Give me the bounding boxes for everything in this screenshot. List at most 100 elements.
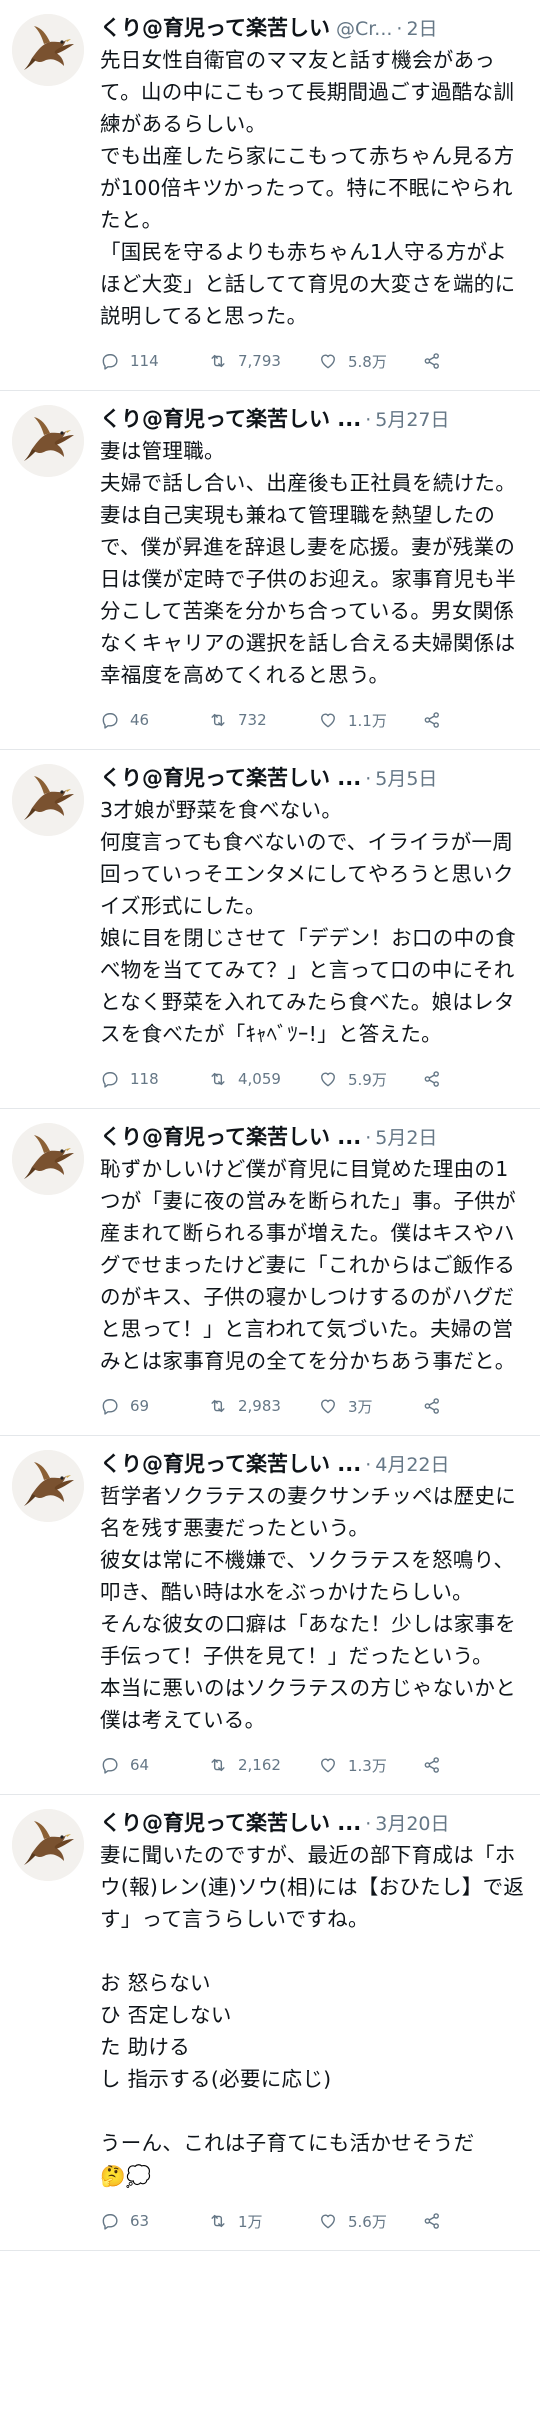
heart-icon: [321, 1072, 335, 1087]
bird-avatar-icon[interactable]: [12, 1809, 84, 1881]
tweet-timestamp[interactable]: 5月2日: [375, 1122, 437, 1154]
tweet-timestamp[interactable]: 4月22日: [375, 1449, 449, 1481]
retweet-count: 1万: [238, 2212, 263, 2231]
like-button[interactable]: 1.1万: [318, 710, 422, 731]
bird-avatar-icon[interactable]: [12, 1450, 84, 1522]
tweet-timestamp[interactable]: 5月27日: [375, 404, 449, 436]
reply-count: 114: [130, 352, 159, 370]
separator-dot: ·: [365, 1127, 372, 1149]
bird-avatar-icon[interactable]: [12, 1123, 84, 1195]
display-name[interactable]: くり@育児って楽苦しい ...: [100, 1807, 361, 1839]
tweet-timestamp[interactable]: 5月5日: [375, 763, 437, 795]
like-count: 5.6万: [348, 2212, 387, 2231]
display-name[interactable]: くり@育児って楽苦しい ...: [100, 403, 361, 435]
reply-count: 118: [130, 1070, 159, 1088]
tweet-text: 先日女性自衛官のママ友と話す機会があって。山の中にこもって長期間過ごす過酷な訓練…: [100, 48, 516, 328]
bird-avatar-icon[interactable]: [12, 405, 84, 477]
retweet-count: 732: [238, 711, 267, 729]
reply-icon: [102, 1758, 118, 1774]
tweet-header: くり@育児って楽苦しい ... · 3月20日: [100, 1807, 526, 1839]
tweet[interactable]: くり@育児って楽苦しい ... · 5月2日 恥ずかしいけど僕が育児に目覚めた理…: [0, 1109, 540, 1436]
tweet-timestamp[interactable]: 3月20日: [375, 1808, 449, 1840]
retweet-count: 2,162: [238, 1756, 281, 1774]
share-button[interactable]: [422, 1069, 462, 1089]
like-button[interactable]: 1.3万: [318, 1755, 422, 1776]
retweet-button[interactable]: 2,162: [208, 1755, 318, 1775]
reply-count: 69: [130, 1397, 150, 1415]
share-icon: [424, 1757, 439, 1773]
reply-count: 64: [130, 1756, 150, 1774]
tweet-header: くり@育児って楽苦しい ... · 4月22日: [100, 1448, 526, 1480]
like-button[interactable]: 5.8万: [318, 351, 422, 372]
like-count: 5.8万: [348, 352, 387, 371]
tweet[interactable]: くり@育児って楽苦しい ... · 3月20日 妻に聞いたのですが、最近の部下育…: [0, 1795, 540, 2251]
bird-avatar-icon[interactable]: [12, 14, 84, 86]
tweet[interactable]: くり@育児って楽苦しい @Cr... · 2日 先日女性自衛官のママ友と話す機会…: [0, 0, 540, 391]
reply-button[interactable]: 114: [100, 351, 208, 371]
tweet-header: くり@育児って楽苦しい ... · 5月27日: [100, 403, 526, 435]
heart-icon: [321, 354, 335, 369]
tweet-text: 3才娘が野菜を食べない。 何度言っても食べないので、イライラが一周回っていっそエ…: [100, 798, 516, 1046]
reply-button[interactable]: 63: [100, 2211, 208, 2231]
reply-button[interactable]: 64: [100, 1755, 208, 1775]
tweet-actions: 64 2,162 1.3万: [100, 1736, 526, 1794]
reply-button[interactable]: 46: [100, 710, 208, 730]
tweet-text: 恥ずかしいけど僕が育児に目覚めた理由の1つが「妻に夜の営みを断られた」事。子供が…: [100, 1157, 516, 1373]
share-button[interactable]: [422, 710, 462, 730]
reply-button[interactable]: 118: [100, 1069, 208, 1089]
retweet-icon: [211, 354, 225, 368]
display-name[interactable]: くり@育児って楽苦しい: [100, 12, 330, 44]
user-handle[interactable]: @Cr...: [336, 13, 392, 45]
tweet-feed: くり@育児って楽苦しい @Cr... · 2日 先日女性自衛官のママ友と話す機会…: [0, 0, 540, 2251]
like-button[interactable]: 5.9万: [318, 1069, 422, 1090]
retweet-icon: [211, 1399, 225, 1413]
retweet-button[interactable]: 4,059: [208, 1069, 318, 1089]
reply-count: 63: [130, 2212, 150, 2230]
tweet-header: くり@育児って楽苦しい ... · 5月5日: [100, 762, 526, 794]
tweet[interactable]: くり@育児って楽苦しい ... · 5月5日 3才娘が野菜を食べない。 何度言っ…: [0, 750, 540, 1109]
share-button[interactable]: [422, 351, 462, 371]
bird-avatar-icon[interactable]: [12, 764, 84, 836]
share-button[interactable]: [422, 2211, 462, 2231]
share-button[interactable]: [422, 1396, 462, 1416]
reply-count: 46: [130, 711, 150, 729]
heart-icon: [321, 2214, 335, 2229]
retweet-button[interactable]: 2,983: [208, 1396, 318, 1416]
share-icon: [424, 712, 439, 728]
display-name[interactable]: くり@育児って楽苦しい ...: [100, 762, 361, 794]
like-button[interactable]: 3万: [318, 1396, 422, 1417]
retweet-icon: [211, 1758, 225, 1772]
reply-icon: [102, 713, 118, 729]
tweet-timestamp[interactable]: 2日: [406, 13, 437, 45]
like-count: 1.1万: [348, 711, 387, 730]
share-button[interactable]: [422, 1755, 462, 1775]
display-name[interactable]: くり@育児って楽苦しい ...: [100, 1121, 361, 1153]
tweet-header: くり@育児って楽苦しい @Cr... · 2日: [100, 12, 526, 44]
retweet-icon: [211, 1072, 225, 1086]
retweet-icon: [211, 2214, 225, 2228]
separator-dot: ·: [365, 768, 372, 790]
tweet[interactable]: くり@育児って楽苦しい ... · 5月27日 妻は管理職。 夫婦で話し合い、出…: [0, 391, 540, 750]
separator-dot: ·: [365, 1454, 372, 1476]
like-button[interactable]: 5.6万: [318, 2211, 422, 2232]
heart-icon: [321, 1758, 335, 1773]
heart-icon: [321, 1399, 335, 1414]
tweet-actions: 69 2,983 3万: [100, 1377, 526, 1435]
tweet[interactable]: くり@育児って楽苦しい ... · 4月22日 哲学者ソクラテスの妻クサンチッペ…: [0, 1436, 540, 1795]
share-icon: [424, 353, 439, 369]
retweet-button[interactable]: 7,793: [208, 351, 318, 371]
retweet-count: 4,059: [238, 1070, 281, 1088]
display-name[interactable]: くり@育児って楽苦しい ...: [100, 1448, 361, 1480]
tweet-actions: 46 732 1.1万: [100, 691, 526, 749]
tweet-text: 妻に聞いたのですが、最近の部下育成は「ホウ(報)レン(連)ソウ(相)には【おひた…: [100, 1839, 526, 2192]
retweet-button[interactable]: 1万: [208, 2211, 318, 2232]
heart-icon: [321, 713, 335, 728]
reply-button[interactable]: 69: [100, 1396, 208, 1416]
retweet-button[interactable]: 732: [208, 710, 318, 730]
retweet-count: 7,793: [238, 352, 281, 370]
share-icon: [424, 1071, 439, 1087]
tweet-text: 妻は管理職。 夫婦で話し合い、出産後も正社員を続けた。妻は自己実現も兼ねて管理職…: [100, 439, 516, 687]
share-icon: [424, 2213, 439, 2229]
reply-icon: [102, 2214, 118, 2230]
like-count: 3万: [348, 1397, 373, 1416]
